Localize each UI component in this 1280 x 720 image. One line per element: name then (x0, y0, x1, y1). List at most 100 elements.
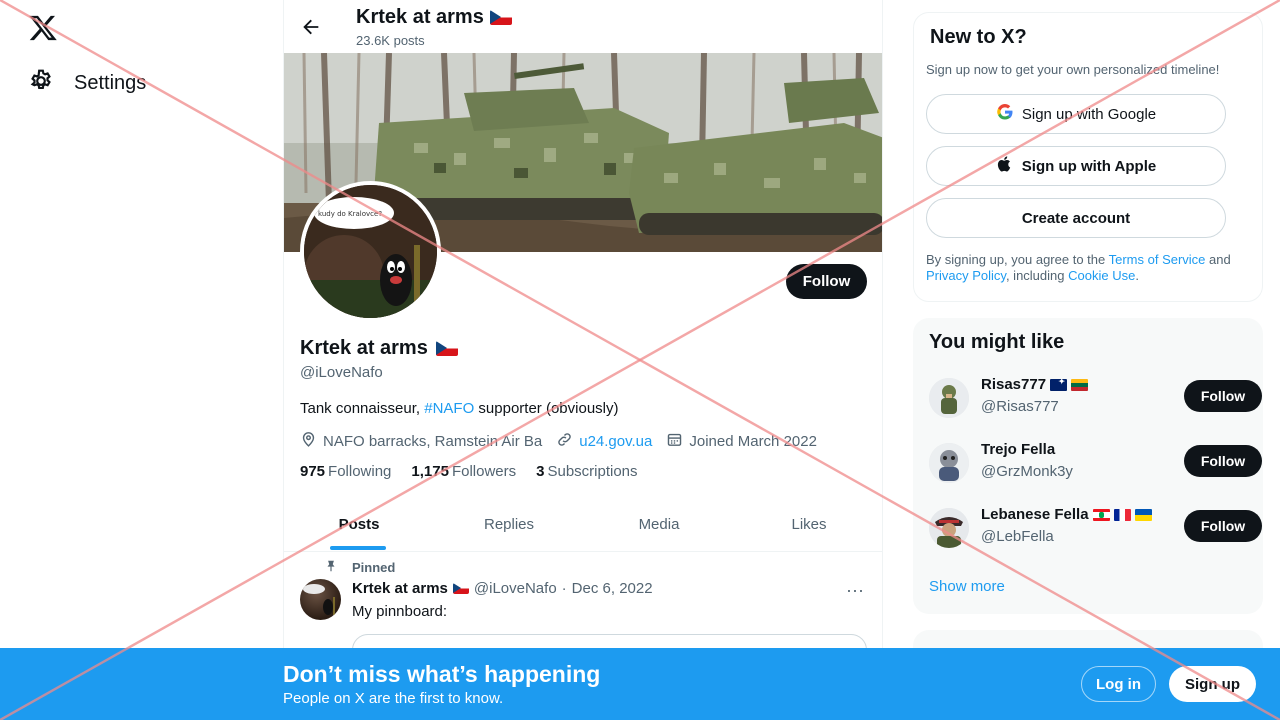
profile-topbar: Krtek at arms 23.6K posts (284, 0, 882, 53)
location-item: NAFO barracks, Ramstein Air Ba (300, 431, 542, 452)
website-item[interactable]: u24.gov.ua (556, 431, 652, 452)
topbar-profile-name: Krtek at arms (356, 6, 512, 29)
czech-flag-icon (435, 341, 458, 356)
following-count: 975 (300, 463, 326, 480)
prompt-subtitle: People on X are the first to know. (283, 690, 504, 707)
terms-mid: , including (1005, 268, 1069, 283)
post-author-name[interactable]: Krtek at arms (352, 580, 448, 597)
tab-media[interactable]: Media (584, 497, 734, 551)
account-name-text: Lebanese Fella (981, 506, 1089, 523)
show-more-link[interactable]: Show more (929, 578, 1005, 595)
account-name: Trejo Fella (981, 441, 1055, 458)
location-text: NAFO barracks, Ramstein Air Ba (323, 433, 543, 450)
cookie-use-link[interactable]: Cookie Use (1068, 268, 1135, 283)
profile-column: Krtek at arms 23.6K posts kudy do Kralov… (283, 0, 883, 720)
terms-of-service-link[interactable]: Terms of Service (1109, 252, 1206, 267)
bio-text-end: supporter (obviously) (474, 400, 619, 417)
tab-likes[interactable]: Likes (734, 497, 882, 551)
pin-icon (324, 559, 338, 576)
create-account-button[interactable]: Create account (926, 198, 1226, 238)
account-handle: @LebFella (981, 528, 1054, 545)
privacy-policy-link[interactable]: Privacy Policy (926, 268, 1006, 283)
account-name-text: Trejo Fella (981, 441, 1056, 458)
followers-count: 1,175 (411, 463, 449, 480)
profile-handle: @iLoveNafo (300, 364, 383, 381)
google-signup-label: Sign up with Google (1021, 105, 1157, 123)
apple-signup-button[interactable]: Sign up with Apple (926, 146, 1226, 186)
suggested-account[interactable]: Risas777 @Risas777 Follow (929, 370, 1262, 430)
czech-flag-icon (452, 583, 469, 594)
account-name: Lebanese Fella (981, 506, 1152, 523)
who-to-follow-card: You might like Risas777 @Risas777 Follow… (913, 318, 1263, 614)
login-button[interactable]: Log in (1081, 666, 1156, 702)
terms-prefix: By signing up, you agree to the (926, 252, 1109, 267)
terms-and: and (1205, 252, 1231, 267)
back-arrow-icon[interactable] (300, 16, 322, 38)
terms-text: By signing up, you agree to the Terms of… (926, 252, 1251, 284)
profile-stats: 975 Following 1,175 Followers 3 Subscriptio… (300, 463, 638, 480)
account-avatar[interactable] (929, 443, 969, 483)
tab-replies[interactable]: Replies (434, 497, 584, 551)
subscriptions-stat[interactable]: 3 Subscriptions (536, 463, 637, 480)
following-stat[interactable]: 975 Following (300, 463, 391, 480)
lithuania-flag-icon (1071, 378, 1089, 391)
active-tab-indicator (330, 546, 386, 550)
prompt-title: Don’t miss what’s happening (283, 661, 601, 687)
suggested-account[interactable]: Trejo Fella @GrzMonk3y Follow (929, 435, 1262, 495)
following-label: Following (328, 463, 392, 480)
signup-title: New to X? (930, 26, 1027, 48)
post-separator: · (561, 580, 567, 597)
signup-button[interactable]: Sign up (1169, 666, 1256, 702)
ukraine-flag-icon (1134, 508, 1152, 521)
follow-account-button[interactable]: Follow (1184, 445, 1262, 477)
followers-label: Followers (451, 463, 517, 480)
link-icon (556, 431, 573, 452)
czech-flag-icon (489, 10, 512, 25)
profile-display-name: Krtek at arms (300, 337, 458, 360)
post-date[interactable]: Dec 6, 2022 (572, 580, 653, 597)
follow-button[interactable]: Follow (786, 264, 867, 299)
terms-end: . (1135, 268, 1139, 283)
apple-signup-label: Sign up with Apple (1021, 157, 1157, 175)
signup-subtitle: Sign up now to get your own personalized… (926, 62, 1220, 77)
nafo-hashtag-link[interactable]: #NAFO (424, 400, 474, 417)
x-logo-icon[interactable] (28, 13, 58, 43)
google-signup-button[interactable]: Sign up with Google (926, 94, 1226, 134)
topbar-name-text: Krtek at arms (356, 6, 484, 28)
lebanon-flag-icon (1092, 508, 1110, 521)
post-author-handle[interactable]: @iLoveNafo (474, 580, 557, 597)
more-options-icon[interactable]: ··· (844, 580, 866, 600)
signup-card: New to X? Sign up now to get your own pe… (913, 12, 1263, 302)
follow-account-button[interactable]: Follow (1184, 510, 1262, 542)
pinned-label: Pinned (352, 560, 396, 575)
followers-stat[interactable]: 1,175 Followers (411, 463, 516, 480)
profile-name-text: Krtek at arms (300, 337, 428, 359)
account-name: Risas777 (981, 376, 1089, 393)
gear-icon (28, 68, 54, 99)
bio-text: Tank connaisseur, (300, 400, 425, 417)
account-avatar[interactable] (929, 508, 969, 548)
account-avatar[interactable] (929, 378, 969, 418)
website-link[interactable]: u24.gov.ua (579, 433, 652, 450)
profile-tabs: Posts Replies Media Likes (284, 497, 882, 552)
suggested-account[interactable]: Lebanese Fella @LebFella Follow (929, 500, 1262, 560)
posts-count: 23.6K posts (356, 33, 425, 48)
google-icon (996, 103, 1014, 125)
location-pin-icon (300, 431, 317, 452)
post-text: My pinnboard: (352, 603, 448, 620)
joined-item: Joined March 2022 (666, 431, 817, 452)
settings-nav-item[interactable]: Settings (28, 68, 146, 99)
profile-avatar[interactable]: kudy do Kralovce? (300, 181, 441, 322)
pinned-indicator: Pinned (324, 559, 395, 576)
account-handle: @GrzMonk3y (981, 463, 1073, 480)
post-author-avatar[interactable] (300, 579, 341, 620)
apple-icon (996, 155, 1014, 177)
who-to-follow-title: You might like (929, 331, 1065, 353)
subscriptions-count: 3 (536, 463, 545, 480)
joined-text: Joined March 2022 (689, 433, 817, 450)
signup-prompt-bar: Don’t miss what’s happening People on X … (0, 648, 1280, 720)
profile-bio: Tank connaisseur, #NAFO supporter (obvio… (300, 400, 619, 417)
avatar-bubble-text: kudy do Kralovce? (318, 210, 382, 218)
tab-posts[interactable]: Posts (284, 497, 434, 551)
follow-account-button[interactable]: Follow (1184, 380, 1262, 412)
